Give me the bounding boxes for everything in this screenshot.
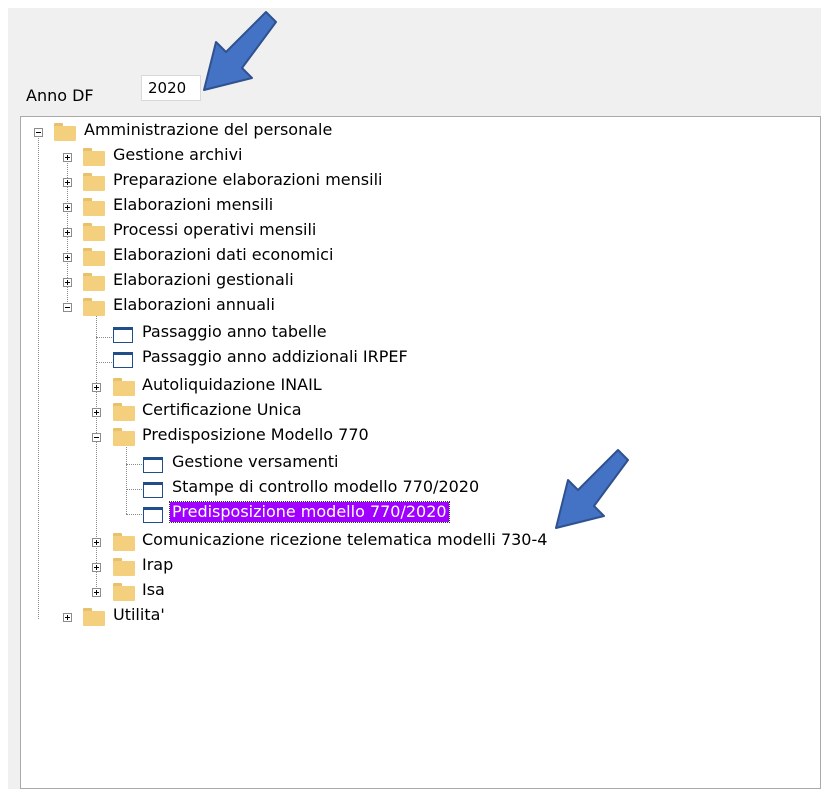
- folder-icon: [113, 533, 135, 551]
- folder-icon: [83, 273, 105, 291]
- tree-connector: [96, 362, 114, 363]
- folder-icon: [54, 123, 76, 141]
- tree-connector: [96, 337, 114, 338]
- expand-icon[interactable]: [92, 408, 101, 417]
- tree-node-label[interactable]: Elaborazioni annuali: [111, 295, 277, 315]
- tree-node-label-selected[interactable]: Predisposizione modello 770/2020: [169, 501, 450, 523]
- tree-connector: [96, 315, 97, 591]
- folder-icon: [113, 558, 135, 576]
- expand-icon[interactable]: [63, 203, 72, 212]
- tree-node-label[interactable]: Processi operativi mensili: [111, 220, 318, 240]
- collapse-icon[interactable]: [92, 433, 101, 442]
- tree-node-label[interactable]: Irap: [140, 555, 175, 575]
- expand-icon[interactable]: [63, 228, 72, 237]
- tree-connector: [126, 444, 127, 514]
- folder-icon: [83, 148, 105, 166]
- tree-node-label[interactable]: Passaggio anno addizionali IRPEF: [140, 347, 410, 367]
- tree-node-label[interactable]: Comunicazione ricezione telematica model…: [140, 530, 549, 550]
- tree-node-label[interactable]: Elaborazioni mensili: [111, 195, 275, 215]
- folder-icon: [83, 608, 105, 626]
- tree-node-label[interactable]: Predisposizione Modello 770: [140, 425, 371, 445]
- tree-node-label[interactable]: Elaborazioni dati economici: [111, 245, 335, 265]
- tree-node-label[interactable]: Stampe di controllo modello 770/2020: [170, 477, 481, 497]
- expand-icon[interactable]: [63, 178, 72, 187]
- tree-connector: [38, 136, 39, 619]
- tree-node-label[interactable]: Utilita': [111, 605, 167, 625]
- expand-icon[interactable]: [63, 278, 72, 287]
- expand-icon[interactable]: [63, 253, 72, 262]
- tree-node-label[interactable]: Gestione versamenti: [170, 452, 340, 472]
- tree-node-label[interactable]: Isa: [140, 580, 167, 600]
- collapse-icon[interactable]: [63, 303, 72, 312]
- collapse-icon[interactable]: [34, 128, 43, 137]
- menu-tree[interactable]: Amministrazione del personale Gestione a…: [20, 116, 821, 789]
- folder-icon: [83, 173, 105, 191]
- tree-node-label[interactable]: Passaggio anno tabelle: [140, 322, 329, 342]
- expand-icon[interactable]: [92, 588, 101, 597]
- expand-icon[interactable]: [92, 563, 101, 572]
- folder-icon: [83, 223, 105, 241]
- window-icon: [113, 352, 133, 368]
- window-icon: [143, 507, 163, 523]
- folder-icon: [83, 198, 105, 216]
- window-icon: [143, 482, 163, 498]
- folder-icon: [113, 378, 135, 396]
- arrow-annotation-icon: [555, 449, 629, 529]
- expand-icon[interactable]: [92, 538, 101, 547]
- folder-icon: [113, 403, 135, 421]
- expand-icon[interactable]: [63, 153, 72, 162]
- window-icon: [143, 457, 163, 473]
- tree-node-label[interactable]: Elaborazioni gestionali: [111, 270, 296, 290]
- tree-connector: [126, 514, 144, 515]
- tree-node-label[interactable]: Preparazione elaborazioni mensili: [111, 170, 384, 190]
- anno-df-input[interactable]: [141, 75, 201, 101]
- arrow-annotation-icon: [203, 11, 277, 91]
- expand-icon[interactable]: [63, 613, 72, 622]
- tree-connector: [126, 464, 144, 465]
- tree-node-label[interactable]: Certificazione Unica: [140, 400, 304, 420]
- window-icon: [113, 327, 133, 343]
- expand-icon[interactable]: [92, 383, 101, 392]
- tree-node-label[interactable]: Autoliquidazione INAIL: [140, 375, 324, 395]
- folder-icon: [113, 583, 135, 601]
- tree-node-label[interactable]: Amministrazione del personale: [82, 120, 334, 140]
- anno-df-label: Anno DF: [26, 86, 94, 105]
- folder-icon: [83, 298, 105, 316]
- folder-icon: [83, 248, 105, 266]
- folder-icon: [113, 428, 135, 446]
- tree-node-label[interactable]: Gestione archivi: [111, 145, 244, 165]
- tree-connector: [126, 489, 144, 490]
